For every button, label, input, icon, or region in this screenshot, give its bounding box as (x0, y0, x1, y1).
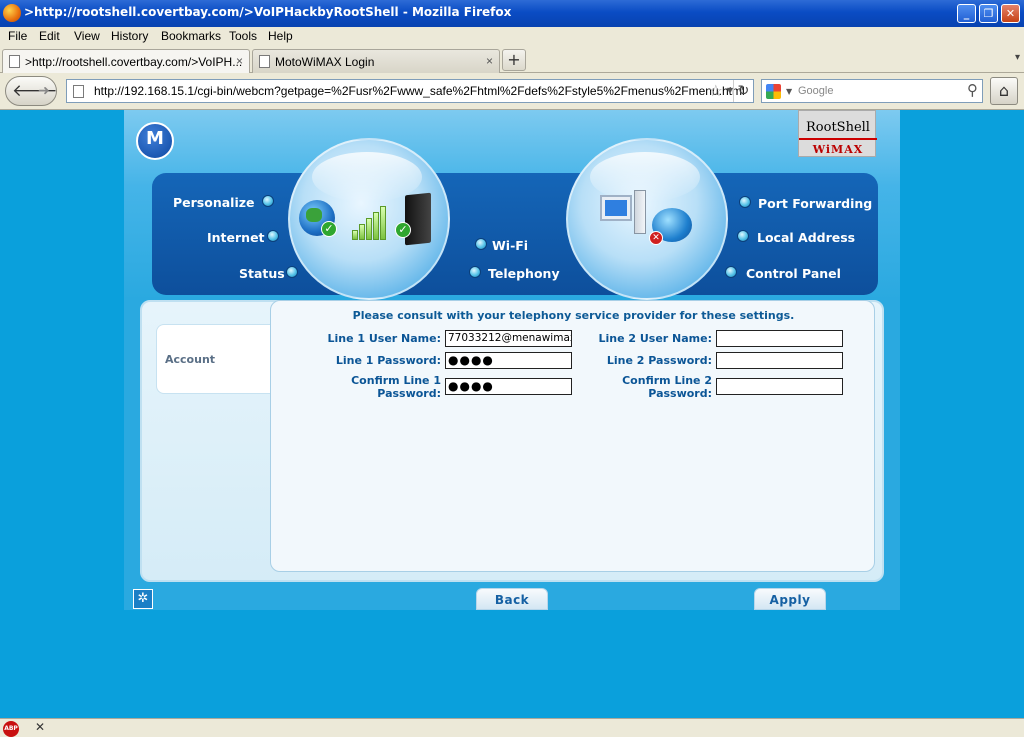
line2-password-field[interactable] (716, 352, 843, 369)
nav-dot-control-panel[interactable] (725, 266, 737, 278)
bookmark-star-icon[interactable]: ☆ (709, 81, 723, 100)
line2-username-label: Line 2 User Name: (598, 332, 712, 345)
computer-tower-icon (634, 190, 646, 234)
page-icon (73, 85, 84, 98)
line1-username-label: Line 1 User Name: (327, 332, 441, 345)
nav-port-forwarding[interactable]: Port Forwarding (758, 196, 872, 211)
nav-dot-personalize[interactable] (262, 195, 274, 207)
modem-icon (405, 192, 431, 246)
home-icon: ⌂ (998, 81, 1010, 100)
nav-dot-internet[interactable] (267, 230, 279, 242)
line2-password-label: Line 2 Password: (606, 354, 712, 367)
menu-file[interactable]: File (8, 29, 27, 43)
search-icon[interactable]: ⚲ (967, 81, 978, 99)
menu-bookmarks[interactable]: Bookmarks (161, 29, 221, 43)
maximize-button[interactable]: ❐ (979, 4, 998, 23)
line1-password-label: Line 1 Password: (335, 354, 441, 367)
sitemap-icon[interactable]: ✲ (133, 589, 153, 609)
back-arrow-icon[interactable]: 🡐 (12, 81, 58, 101)
navigation-toolbar: 🡐 ➜ http://192.168.15.1/cgi-bin/webcm?ge… (0, 73, 1024, 110)
telephony-bubble (566, 138, 728, 300)
firefox-icon (3, 4, 21, 22)
nav-status[interactable]: Status (239, 266, 285, 281)
nav-dot-telephony[interactable] (469, 266, 481, 278)
checkmark-icon: ✓ (395, 222, 411, 238)
nav-dot-port-forwarding[interactable] (739, 196, 751, 208)
checkmark-icon: ✓ (321, 221, 337, 237)
menu-edit[interactable]: Edit (39, 29, 60, 43)
address-url[interactable]: http://192.168.15.1/cgi-bin/webcm?getpag… (94, 84, 745, 98)
close-icon[interactable]: ✕ (35, 720, 45, 734)
minimize-button[interactable]: _ (957, 4, 976, 23)
tab-rootshell[interactable]: >http://rootshell.covertbay.com/>VoIPH..… (2, 49, 250, 74)
nav-local-address[interactable]: Local Address (757, 230, 855, 245)
back-button[interactable]: Back (476, 588, 548, 610)
menu-bar: File Edit View History Bookmarks Tools H… (0, 27, 1024, 47)
forward-arrow-icon[interactable]: ➜ (38, 83, 50, 99)
nav-dot-local-address[interactable] (737, 230, 749, 242)
reload-icon[interactable]: ↻ (733, 80, 753, 102)
router-ui: M RootShell WiMAX ✓ ✓ ✕ Personalize Inte… (124, 110, 900, 610)
notice-text: Please consult with your telephony servi… (352, 309, 795, 322)
window-titlebar: >http://rootshell.covertbay.com/>VoIPHac… (0, 0, 1024, 27)
tab-close-icon[interactable]: × (236, 54, 243, 68)
window-title: >http://rootshell.covertbay.com/>VoIPHac… (24, 5, 512, 19)
tab-list-icon[interactable]: ▾ (1015, 52, 1020, 63)
search-placeholder[interactable]: Google (798, 85, 833, 97)
error-icon: ✕ (649, 231, 663, 245)
status-bar: ABP ✕ (0, 718, 1024, 737)
nav-dot-status[interactable] (286, 266, 298, 278)
line1-confirm-password-field[interactable]: ●●●● (445, 378, 572, 395)
nav-dot-wifi[interactable] (475, 238, 487, 250)
line2-confirm-label: Confirm Line 2 Password: (622, 374, 712, 400)
nav-personalize[interactable]: Personalize (173, 195, 255, 210)
address-bar[interactable]: http://192.168.15.1/cgi-bin/webcm?getpag… (66, 79, 754, 103)
search-bar[interactable]: ▼ Google ⚲ (761, 79, 983, 103)
google-icon[interactable] (766, 84, 781, 99)
line1-confirm-label: Confirm Line 1 Password: (351, 374, 441, 400)
wimax-text: WiMAX (812, 143, 864, 156)
line1-username-field[interactable]: 77033212@menawimax.n (445, 330, 572, 347)
nav-wifi[interactable]: Wi-Fi (492, 238, 528, 253)
nav-telephony[interactable]: Telephony (488, 266, 560, 281)
rootshell-text: RootShell (806, 120, 870, 135)
sidebar-item-label: Account (165, 353, 216, 366)
motorola-logo: M (136, 122, 174, 160)
menu-history[interactable]: History (111, 29, 148, 43)
page-content: M RootShell WiMAX ✓ ✓ ✕ Personalize Inte… (0, 110, 1024, 718)
new-tab-button[interactable]: + (502, 49, 526, 71)
back-forward-group: 🡐 ➜ (5, 76, 58, 106)
nav-internet[interactable]: Internet (207, 230, 265, 245)
menu-tools[interactable]: Tools (229, 29, 257, 43)
line2-confirm-password-field[interactable] (716, 378, 843, 395)
close-window-button[interactable]: ✕ (1001, 4, 1020, 23)
line2-username-field[interactable] (716, 330, 843, 347)
menu-help[interactable]: Help (268, 29, 293, 43)
tab-close-icon[interactable]: × (486, 54, 493, 68)
engine-dropdown-icon[interactable]: ▼ (786, 87, 792, 96)
sidebar-item-account[interactable]: Account (156, 324, 272, 394)
home-button[interactable]: ⌂ (990, 77, 1018, 105)
page-icon (259, 55, 270, 68)
tab-label: MotoWiMAX Login (275, 55, 375, 69)
menu-view[interactable]: View (74, 29, 100, 43)
computer-icon (600, 195, 632, 221)
line1-password-field[interactable]: ●●●● (445, 352, 572, 369)
tab-motowimax-login[interactable]: MotoWiMAX Login × (252, 49, 500, 73)
signal-bars-icon (352, 206, 388, 240)
rootshell-wimax-logo: RootShell WiMAX (798, 110, 877, 157)
settings-panel: Please consult with your telephony servi… (270, 300, 875, 572)
tab-label: >http://rootshell.covertbay.com/>VoIPH..… (25, 55, 243, 69)
apply-button[interactable]: Apply (754, 588, 826, 610)
page-icon (9, 55, 20, 68)
nav-control-panel[interactable]: Control Panel (746, 266, 841, 281)
adblock-icon[interactable]: ABP (3, 721, 19, 737)
